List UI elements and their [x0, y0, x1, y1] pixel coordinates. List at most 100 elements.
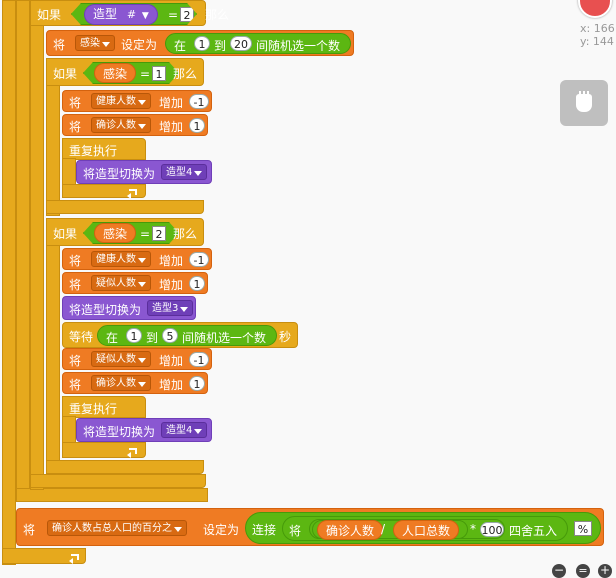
random-from[interactable]: 1	[126, 328, 142, 343]
increase-label: 增加	[159, 120, 184, 134]
switch-costume-block[interactable]: 将造型切换为 造型3	[62, 296, 196, 320]
change-keyword: 将	[69, 378, 82, 392]
join-operator[interactable]: 连接 将 确诊人数 / 人口总数 * 100 四舍五入 %	[245, 512, 601, 544]
change-value[interactable]: 1	[189, 118, 205, 133]
costume-dropdown[interactable]: 造型4	[161, 422, 208, 438]
random-suffix: 间随机选一个数	[182, 331, 267, 345]
stop-record-icon[interactable]	[578, 0, 612, 18]
random-from[interactable]: 1	[194, 36, 210, 51]
variable-dropdown[interactable]: 健康人数	[91, 251, 151, 267]
zoom-in-button[interactable]: +	[598, 564, 612, 578]
population-reporter[interactable]: 人口总数	[393, 520, 460, 540]
zoom-out-button[interactable]: −	[552, 564, 566, 578]
round-operator[interactable]: 将 确诊人数 / 人口总数 * 100 四舍五入	[282, 516, 568, 541]
costume-option[interactable]: #	[127, 8, 136, 21]
variable-dropdown[interactable]: 感染	[75, 35, 115, 51]
multiply-sign: *	[470, 522, 476, 536]
confirmed-reporter[interactable]: 确诊人数	[317, 520, 384, 540]
zoom-reset-button[interactable]: =	[576, 564, 590, 578]
seconds-label: 秒	[279, 330, 292, 344]
variable-dropdown[interactable]: 确诊人数	[91, 375, 151, 391]
switch-costume-block[interactable]: 将造型切换为 造型4	[76, 160, 212, 184]
change-value[interactable]: 1	[189, 376, 205, 391]
change-confirmed-block[interactable]: 将 确诊人数 增加 1	[62, 372, 208, 394]
if1-arm	[30, 0, 44, 490]
costume-dropdown[interactable]: 造型3	[147, 300, 194, 316]
chevron-down-icon: ▼	[141, 11, 149, 21]
if-block-costume[interactable]: 如果 造型 # ▼ = 2 那么	[30, 0, 229, 26]
set-infect-block[interactable]: 将 感染 设定为 在 1 到 20 间随机选一个数	[46, 30, 354, 56]
equals-condition[interactable]: 感染 = 1	[83, 62, 179, 84]
variable-dropdown[interactable]: 疑似人数	[91, 351, 151, 367]
sprite-shape-detail	[579, 91, 581, 96]
equals-condition[interactable]: 感染 = 2	[83, 222, 179, 244]
random-to-word: 到	[214, 39, 227, 53]
percent-suffix[interactable]: %	[574, 521, 592, 536]
random-operator[interactable]: 在 1 到 20 间随机选一个数	[165, 33, 351, 54]
forever-1-bottom	[62, 184, 146, 199]
y-value: 144	[592, 35, 614, 48]
variable-dropdown[interactable]: 确诊人数	[91, 117, 151, 133]
change-keyword: 将	[69, 96, 82, 110]
equals-condition[interactable]: 造型 # ▼ = 2	[71, 3, 197, 25]
divide-operator[interactable]: 确诊人数 / 人口总数	[312, 520, 468, 540]
random-prefix: 在	[174, 39, 187, 53]
zoom-reset-icon: =	[578, 564, 588, 577]
sprite-coordinates: x: 166 y: 144	[580, 22, 615, 48]
change-value[interactable]: -1	[189, 94, 209, 109]
equals-sign: =	[168, 8, 179, 22]
forever-2-bottom	[62, 442, 146, 458]
multiply-operator[interactable]: 确诊人数 / 人口总数 * 100	[309, 519, 505, 540]
change-value[interactable]: -1	[189, 352, 209, 367]
divide-sign: /	[381, 522, 386, 536]
random-to[interactable]: 20	[230, 36, 252, 51]
set-to-label: 设定为	[203, 523, 240, 537]
switch-costume-block[interactable]: 将造型切换为 造型4	[76, 418, 212, 442]
costume-reporter[interactable]: 造型 # ▼	[84, 4, 158, 25]
wait-block[interactable]: 等待 在 1 到 5 间随机选一个数 秒	[62, 322, 298, 348]
then-keyword: 那么	[173, 67, 198, 81]
change-suspect-block[interactable]: 将 疑似人数 增加 -1	[62, 348, 212, 370]
loop-arrow-icon	[69, 552, 83, 564]
switch-costume-label: 将造型切换为	[83, 425, 156, 439]
change-confirmed-block[interactable]: 将 确诊人数 增加 1	[62, 114, 208, 136]
change-suspect-block[interactable]: 将 疑似人数 增加 1	[62, 272, 208, 294]
variable-dropdown[interactable]: 疑似人数	[91, 275, 151, 291]
if-block-infect-1[interactable]: 如果 感染 = 1 那么	[46, 58, 204, 86]
forever-block-1[interactable]: 重复执行	[62, 138, 146, 160]
variable-dropdown[interactable]: 健康人数	[91, 93, 151, 109]
equals-value[interactable]: 2	[180, 7, 194, 22]
switch-costume-label: 将造型切换为	[69, 303, 142, 317]
wait-keyword: 等待	[69, 330, 94, 344]
loop-arrow-icon	[127, 187, 141, 199]
sprite-thumbnail[interactable]	[560, 80, 608, 126]
random-operator[interactable]: 在 1 到 5 间随机选一个数	[97, 325, 277, 346]
x-label: x:	[580, 22, 591, 35]
equals-value[interactable]: 1	[152, 66, 166, 81]
join-label: 连接	[252, 523, 277, 537]
costume-dropdown[interactable]: 造型4	[161, 164, 208, 180]
infect-reporter[interactable]: 感染	[94, 63, 136, 83]
random-to[interactable]: 5	[162, 328, 178, 343]
change-value[interactable]: 1	[189, 276, 205, 291]
set-percent-block[interactable]: 将 确诊人数占总人口的百分之 设定为 连接 将 确诊人数 / 人口总数 * 10…	[16, 508, 604, 546]
change-keyword: 将	[69, 120, 82, 134]
if-keyword: 如果	[53, 227, 78, 241]
second-loop-bottom	[16, 488, 208, 502]
if2-bottom	[46, 200, 204, 214]
if-block-infect-2[interactable]: 如果 感染 = 2 那么	[46, 218, 204, 246]
infect-reporter[interactable]: 感染	[94, 223, 136, 243]
change-healthy-block[interactable]: 将 健康人数 增加 -1	[62, 248, 212, 270]
equals-sign: =	[140, 67, 151, 81]
increase-label: 增加	[159, 96, 184, 110]
variable-dropdown[interactable]: 确诊人数占总人口的百分之	[47, 520, 187, 536]
change-value[interactable]: -1	[189, 252, 209, 267]
forever-block-2[interactable]: 重复执行	[62, 396, 146, 418]
loop-arrow-icon	[127, 446, 141, 458]
if-keyword: 如果	[37, 8, 62, 22]
change-healthy-block[interactable]: 将 健康人数 增加 -1	[62, 90, 212, 112]
multiply-factor[interactable]: 100	[480, 522, 504, 537]
increase-label: 增加	[159, 278, 184, 292]
random-prefix: 在	[106, 331, 119, 345]
equals-value[interactable]: 2	[152, 226, 166, 241]
